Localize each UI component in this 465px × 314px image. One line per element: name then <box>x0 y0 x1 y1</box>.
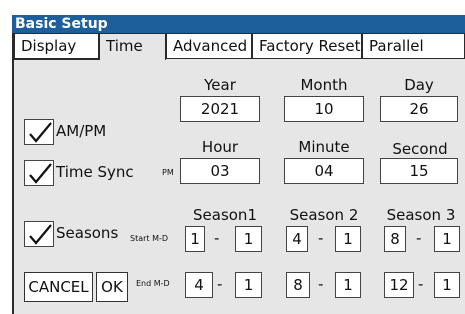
time-sync-checkbox[interactable] <box>24 160 54 186</box>
month-input[interactable]: 10 <box>284 96 364 122</box>
season3-start-month[interactable]: 8 <box>384 226 406 252</box>
ampm-label: AM/PM <box>56 122 107 140</box>
checkmark-icon <box>29 122 52 143</box>
season2-start-day[interactable]: 1 <box>335 226 361 252</box>
season1-start-month[interactable]: 1 <box>185 226 205 252</box>
seasons-checkbox[interactable] <box>24 221 54 247</box>
separator: - <box>418 275 424 293</box>
window-title: Basic Setup <box>15 16 108 32</box>
day-input[interactable]: 26 <box>380 96 458 122</box>
tab-time[interactable]: Time <box>99 33 166 60</box>
hour-input[interactable]: 03 <box>180 158 260 184</box>
tab-bar: Display Time Advanced Factory Reset Para… <box>14 33 465 60</box>
tab-advanced[interactable]: Advanced <box>166 33 252 59</box>
checkmark-icon <box>29 224 52 245</box>
season3-label: Season 3 <box>386 206 456 224</box>
minute-label: Minute <box>298 138 350 156</box>
minute-input[interactable]: 04 <box>284 158 364 184</box>
tab-divider <box>14 59 99 60</box>
day-label: Day <box>404 76 434 94</box>
end-md-label: End M-D <box>136 279 170 288</box>
season3-end-month[interactable]: 12 <box>384 272 414 298</box>
year-input[interactable]: 2021 <box>180 96 260 122</box>
year-label: Year <box>204 76 236 94</box>
season2-end-month[interactable]: 8 <box>286 272 310 298</box>
season1-label: Season1 <box>193 206 257 224</box>
season1-end-month[interactable]: 4 <box>185 272 213 298</box>
season2-label: Season 2 <box>289 206 359 224</box>
time-sync-label: Time Sync <box>56 163 134 181</box>
start-md-label: Start M-D <box>130 234 169 243</box>
second-input[interactable]: 15 <box>380 158 458 184</box>
season3-end-day[interactable]: 1 <box>434 272 460 298</box>
separator: - <box>318 275 324 293</box>
season3-start-day[interactable]: 1 <box>434 226 460 252</box>
tab-parallel[interactable]: Parallel <box>362 33 465 59</box>
seasons-label: Seasons <box>56 224 119 242</box>
tab-display[interactable]: Display <box>14 33 99 59</box>
season1-end-day[interactable]: 1 <box>235 272 262 298</box>
hour-label: Hour <box>201 138 239 156</box>
meridiem-indicator: PM <box>162 168 174 177</box>
separator: - <box>214 229 220 247</box>
separator: - <box>318 229 324 247</box>
ampm-checkbox[interactable] <box>24 119 54 145</box>
season2-end-day[interactable]: 1 <box>335 272 361 298</box>
month-label: Month <box>300 76 348 94</box>
checkmark-icon <box>29 163 52 184</box>
separator: - <box>416 229 422 247</box>
season1-start-day[interactable]: 1 <box>235 226 262 252</box>
title-bar: Basic Setup <box>12 15 465 33</box>
second-label: Second <box>392 140 448 158</box>
cancel-button[interactable]: CANCEL <box>24 272 93 302</box>
season2-start-month[interactable]: 4 <box>286 226 308 252</box>
separator: - <box>217 275 223 293</box>
ok-button[interactable]: OK <box>96 272 128 302</box>
tab-factory-reset[interactable]: Factory Reset <box>252 33 362 59</box>
